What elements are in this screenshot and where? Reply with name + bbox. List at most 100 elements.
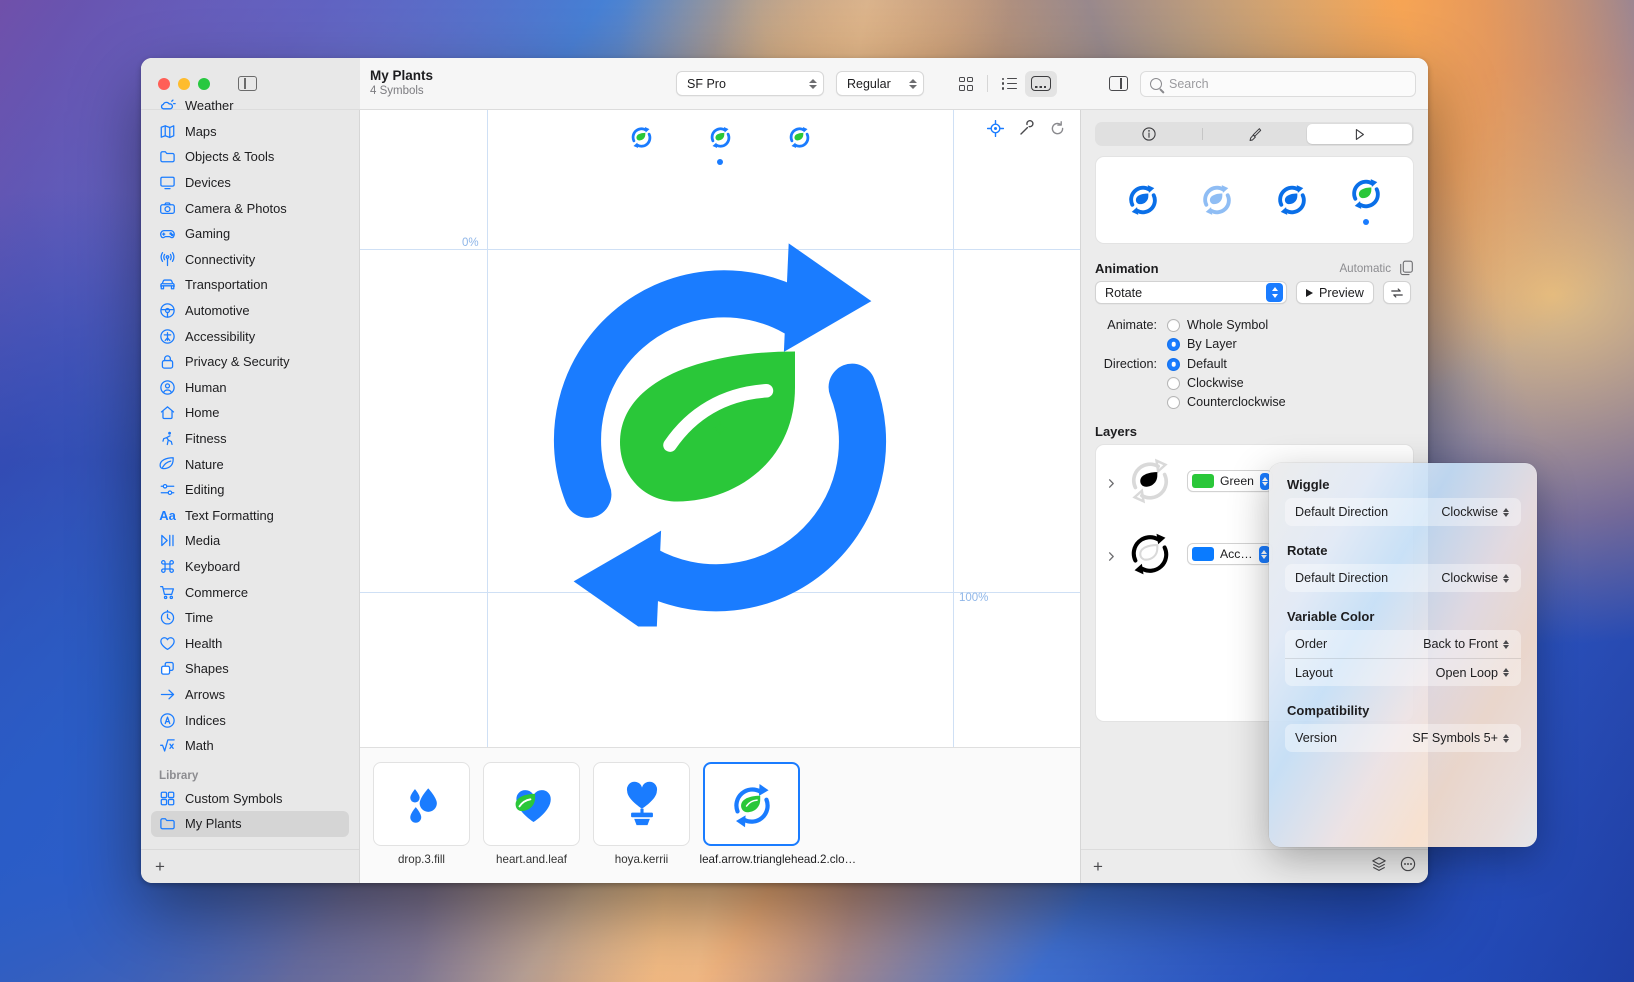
- popover-section-title: Rotate: [1287, 543, 1328, 558]
- animation-type-value: Rotate: [1105, 285, 1143, 300]
- info-tab[interactable]: [1097, 124, 1202, 144]
- sidebar-item-time[interactable]: Time: [151, 605, 349, 631]
- repeat-button[interactable]: [1382, 281, 1411, 304]
- popover-row[interactable]: Layout Open Loop: [1285, 658, 1521, 686]
- radio-direction-default[interactable]: Default: [1167, 357, 1286, 371]
- sidebar-toggle-icon[interactable]: [238, 76, 257, 91]
- minimize-button[interactable]: [178, 77, 190, 90]
- symbol-filmstrip[interactable]: drop.3.fill heart.and.leaf hoya.kerrii leaf…: [360, 747, 1080, 883]
- sidebar-item-arrows[interactable]: Arrows: [151, 682, 349, 708]
- filmstrip-item-label: hoya.kerrii: [614, 853, 669, 866]
- popover-section-title: Compatibility: [1287, 703, 1370, 718]
- animation-tab[interactable]: [1307, 124, 1413, 144]
- add-layer-button[interactable]: +: [1093, 858, 1103, 875]
- sidebar-item-text-formatting[interactable]: Aa Text Formatting: [151, 503, 349, 529]
- color-swatch: [1192, 474, 1214, 488]
- chevron-right-icon[interactable]: [1106, 549, 1117, 561]
- popover-row[interactable]: Default Direction Clockwise: [1285, 564, 1521, 592]
- sidebar-item-math[interactable]: Math: [151, 733, 349, 759]
- filmstrip-item[interactable]: drop.3.fill: [373, 762, 470, 867]
- mini-preview-item[interactable]: [707, 124, 734, 165]
- sidebar-item-camera-photos[interactable]: Camera & Photos: [151, 195, 349, 221]
- radio-whole-symbol[interactable]: Whole Symbol: [1167, 318, 1268, 332]
- sidebar-item-gaming[interactable]: Gaming: [151, 221, 349, 247]
- divider: [987, 75, 988, 92]
- close-button[interactable]: [158, 77, 170, 90]
- sidebar-item-commerce[interactable]: Commerce: [151, 579, 349, 605]
- radio-label: Default: [1187, 357, 1227, 371]
- sidebar-item-devices[interactable]: Devices: [151, 170, 349, 196]
- grid-view-button[interactable]: [950, 71, 982, 97]
- animation-type-select[interactable]: Rotate: [1095, 281, 1287, 304]
- preview-frame: [1347, 175, 1385, 225]
- sidebar-item-label: Shapes: [185, 661, 229, 677]
- filmstrip-item-label: heart.and.leaf: [496, 853, 567, 866]
- sidebar-item-home[interactable]: Home: [151, 400, 349, 426]
- inspector-toggle-icon[interactable]: [1109, 76, 1128, 91]
- layer-color-select[interactable]: Acc…: [1187, 543, 1273, 565]
- font-popup[interactable]: SF Pro: [676, 71, 824, 96]
- sidebar-item-objects-tools[interactable]: Objects & Tools: [151, 144, 349, 170]
- search-input[interactable]: Search: [1140, 70, 1416, 97]
- appearance-tab[interactable]: [1203, 124, 1308, 144]
- display-icon: [159, 174, 176, 191]
- layers-icon[interactable]: [1371, 856, 1387, 877]
- sidebar-list[interactable]: Weather Maps Objects & Tools Devices Camera …: [141, 93, 359, 849]
- sidebar-item-label: Keyboard: [185, 558, 241, 574]
- filmstrip-item[interactable]: heart.and.leaf: [483, 762, 580, 867]
- direction-label: Direction:: [1103, 357, 1157, 371]
- sidebar-item-shapes[interactable]: Shapes: [151, 656, 349, 682]
- sidebar-item-fitness[interactable]: Fitness: [151, 426, 349, 452]
- radio-by-layer[interactable]: By Layer: [1167, 337, 1268, 351]
- sidebar-item-custom-symbols[interactable]: Custom Symbols: [151, 785, 349, 811]
- sidebar-item-keyboard[interactable]: Keyboard: [151, 554, 349, 580]
- popover-row[interactable]: Version SF Symbols 5+: [1285, 724, 1521, 752]
- popover-row[interactable]: Default Direction Clockwise: [1285, 498, 1521, 526]
- list-view-button[interactable]: [993, 71, 1025, 97]
- layer-color-select[interactable]: Green: [1187, 470, 1273, 492]
- sidebar-item-accessibility[interactable]: Accessibility: [151, 323, 349, 349]
- sidebar-item-my-plants[interactable]: My Plants: [151, 811, 349, 837]
- sidebar-item-health[interactable]: Health: [151, 630, 349, 656]
- layer-color-name: Acc…: [1220, 547, 1253, 561]
- filmstrip-item[interactable]: hoya.kerrii: [593, 762, 690, 867]
- radio-direction-clockwise[interactable]: Clockwise: [1167, 376, 1286, 390]
- zoom-button[interactable]: [198, 77, 210, 90]
- more-icon[interactable]: [1400, 856, 1416, 877]
- sidebar-item-transportation[interactable]: Transportation: [151, 272, 349, 298]
- arrow-right-icon: [159, 686, 176, 703]
- sidebar-item-indices[interactable]: Indices: [151, 707, 349, 733]
- sidebar-item-weather[interactable]: Weather: [151, 93, 349, 119]
- mini-preview-row: [360, 124, 1080, 165]
- sidebar-item-editing[interactable]: Editing: [151, 477, 349, 503]
- animation-settings-popover[interactable]: Wiggle Default Direction Clockwise Rotate De…: [1269, 463, 1537, 847]
- chevron-right-icon[interactable]: [1106, 476, 1117, 488]
- sidebar-item-nature[interactable]: Nature: [151, 451, 349, 477]
- preview-button[interactable]: Preview: [1296, 281, 1374, 304]
- sidebar-item-label: Editing: [185, 482, 225, 498]
- radio-direction-counterclockwise[interactable]: Counterclockwise: [1167, 395, 1286, 409]
- mini-preview-item[interactable]: [786, 124, 813, 165]
- popover-row[interactable]: Order Back to Front: [1285, 630, 1521, 658]
- sidebar-item-label: Commerce: [185, 584, 249, 600]
- mini-preview-item[interactable]: [628, 124, 655, 165]
- sidebar-item-human[interactable]: Human: [151, 375, 349, 401]
- filmstrip-item[interactable]: leaf.arrow.trianglehead.2.clo…: [700, 762, 856, 867]
- sidebar-item-media[interactable]: Media: [151, 528, 349, 554]
- symbol-artwork[interactable]: [485, 226, 955, 639]
- titlebar-main: My Plants 4 Symbols SF Pro Regular Searc…: [360, 58, 1428, 109]
- popover-row-value-group: SF Symbols 5+: [1412, 731, 1511, 745]
- sidebar-item-connectivity[interactable]: Connectivity: [151, 247, 349, 273]
- symbol-canvas[interactable]: 0% 100%: [360, 110, 1080, 747]
- sidebar-item-maps[interactable]: Maps: [151, 119, 349, 145]
- sidebar-item-automotive[interactable]: Automotive: [151, 298, 349, 324]
- copy-icon[interactable]: [1399, 260, 1414, 276]
- gallery-view-button[interactable]: [1025, 70, 1057, 97]
- animation-preview-card[interactable]: [1095, 156, 1414, 244]
- add-collection-button[interactable]: +: [155, 858, 165, 875]
- sidebar-item-privacy-security[interactable]: Privacy & Security: [151, 349, 349, 375]
- weight-popup[interactable]: Regular: [836, 71, 924, 96]
- leaf-arrow-icon: [789, 126, 809, 149]
- sf-symbols-window: My Plants 4 Symbols SF Pro Regular Searc…: [141, 58, 1428, 883]
- sidebar-item-label: Gaming: [185, 226, 231, 242]
